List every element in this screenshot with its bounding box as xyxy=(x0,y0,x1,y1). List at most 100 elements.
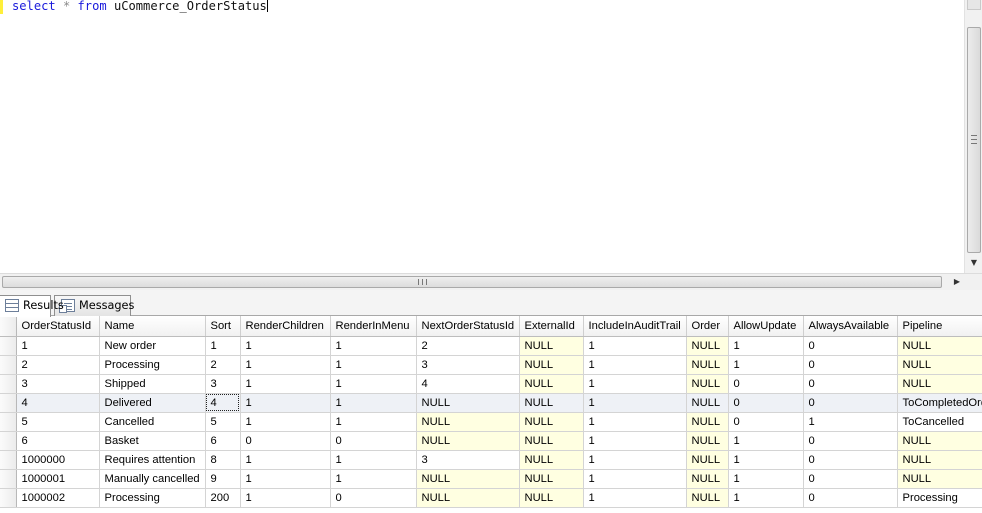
grid-cell-sort[interactable]: 6 xyxy=(205,431,241,451)
grid-cell-sort[interactable]: 2 xyxy=(205,355,241,375)
grid-cell-renderinmenu[interactable]: 1 xyxy=(330,412,417,432)
column-header-sort[interactable]: Sort xyxy=(205,316,241,337)
row-selector[interactable] xyxy=(0,336,17,356)
grid-cell-order[interactable]: NULL xyxy=(686,336,729,356)
grid-cell-orderstatusid[interactable]: 4 xyxy=(16,393,100,413)
grid-cell-allowupdate[interactable]: 1 xyxy=(728,431,804,451)
grid-cell-alwaysavailable[interactable]: 0 xyxy=(803,488,898,508)
grid-cell-order[interactable]: NULL xyxy=(686,412,729,432)
grid-cell-orderstatusid[interactable]: 1000001 xyxy=(16,469,100,489)
grid-cell-sort[interactable]: 3 xyxy=(205,374,241,394)
table-row[interactable]: 4 Delivered 4 1 1 NULL NULL 1 NULL 0 0 ToCompletedO… xyxy=(0,393,982,413)
tab-results[interactable]: Results xyxy=(0,295,64,317)
editor-vertical-scrollbar[interactable]: ▼ xyxy=(964,0,982,273)
table-row[interactable]: 1 New order 1 1 1 2 NULL 1 NULL 1 0 NULL xyxy=(0,336,982,356)
editor-horizontal-scrollbar[interactable]: ▶ xyxy=(0,273,982,290)
results-grid[interactable]: OrderStatusId Name Sort RenderChildren Rende… xyxy=(0,316,982,513)
grid-cell-alwaysavailable[interactable]: 0 xyxy=(803,355,898,375)
grid-cell-includeinaudittrail[interactable]: 1 xyxy=(583,469,687,489)
grid-cell-externalid[interactable]: NULL xyxy=(519,450,584,470)
grid-cell-name[interactable]: New order xyxy=(99,336,206,356)
grid-cell-order[interactable]: NULL xyxy=(686,488,729,508)
grid-cell-renderinmenu[interactable]: 1 xyxy=(330,374,417,394)
grid-cell-renderchildren[interactable]: 1 xyxy=(240,412,331,432)
grid-cell-name[interactable]: Basket xyxy=(99,431,206,451)
grid-cell-name[interactable]: Cancelled xyxy=(99,412,206,432)
grid-cell-pipeline[interactable]: NULL xyxy=(897,374,982,394)
grid-cell-includeinaudittrail[interactable]: 1 xyxy=(583,374,687,394)
grid-cell-nextorderstatusid[interactable]: 3 xyxy=(416,355,520,375)
grid-cell-pipeline[interactable]: NULL xyxy=(897,469,982,489)
grid-cell-nextorderstatusid[interactable]: 2 xyxy=(416,336,520,356)
grid-cell-name[interactable]: Shipped xyxy=(99,374,206,394)
grid-cell-renderchildren[interactable]: 0 xyxy=(240,431,331,451)
grid-cell-pipeline[interactable]: NULL xyxy=(897,336,982,356)
grid-cell-renderinmenu[interactable]: 1 xyxy=(330,469,417,489)
grid-cell-renderchildren[interactable]: 1 xyxy=(240,469,331,489)
grid-cell-externalid[interactable]: NULL xyxy=(519,374,584,394)
grid-cell-order[interactable]: NULL xyxy=(686,355,729,375)
table-row[interactable]: 2 Processing 2 1 1 3 NULL 1 NULL 1 0 NULL xyxy=(0,355,982,375)
grid-cell-renderchildren[interactable]: 1 xyxy=(240,393,331,413)
grid-cell-alwaysavailable[interactable]: 0 xyxy=(803,450,898,470)
grid-cell-includeinaudittrail[interactable]: 1 xyxy=(583,488,687,508)
grid-cell-renderinmenu[interactable]: 0 xyxy=(330,431,417,451)
table-row[interactable]: 1000001 Manually cancelled 9 1 1 NULL NULL 1 NUL… xyxy=(0,469,982,489)
row-selector[interactable] xyxy=(0,450,17,470)
grid-cell-allowupdate[interactable]: 0 xyxy=(728,393,804,413)
grid-cell-nextorderstatusid[interactable]: 4 xyxy=(416,374,520,394)
grid-cell-name[interactable]: Processing xyxy=(99,355,206,375)
grid-cell-externalid[interactable]: NULL xyxy=(519,412,584,432)
grid-cell-includeinaudittrail[interactable]: 1 xyxy=(583,355,687,375)
grid-cell-includeinaudittrail[interactable]: 1 xyxy=(583,393,687,413)
grid-cell-includeinaudittrail[interactable]: 1 xyxy=(583,450,687,470)
grid-cell-sort[interactable]: 5 xyxy=(205,412,241,432)
grid-cell-nextorderstatusid[interactable]: NULL xyxy=(416,431,520,451)
grid-cell-alwaysavailable[interactable]: 0 xyxy=(803,469,898,489)
grid-cell-renderchildren[interactable]: 1 xyxy=(240,450,331,470)
row-selector[interactable] xyxy=(0,488,17,508)
grid-cell-pipeline[interactable]: NULL xyxy=(897,450,982,470)
row-selector[interactable] xyxy=(0,412,17,432)
grid-cell-alwaysavailable[interactable]: 0 xyxy=(803,336,898,356)
row-selector[interactable] xyxy=(0,374,17,394)
column-header-includeinaudittrail[interactable]: IncludeInAuditTrail xyxy=(583,316,687,337)
grid-cell-alwaysavailable[interactable]: 0 xyxy=(803,393,898,413)
grid-cell-orderstatusid[interactable]: 2 xyxy=(16,355,100,375)
scroll-up-button[interactable] xyxy=(967,0,981,10)
column-header-renderchildren[interactable]: RenderChildren xyxy=(240,316,331,337)
scroll-down-arrow-icon[interactable]: ▼ xyxy=(967,255,981,271)
grid-cell-orderstatusid[interactable]: 6 xyxy=(16,431,100,451)
column-header-orderstatusid[interactable]: OrderStatusId xyxy=(16,316,100,337)
column-header-pipeline[interactable]: Pipeline xyxy=(897,316,982,337)
grid-cell-pipeline[interactable]: NULL xyxy=(897,355,982,375)
grid-cell-name[interactable]: Delivered xyxy=(99,393,206,413)
grid-cell-allowupdate[interactable]: 1 xyxy=(728,336,804,356)
grid-cell-includeinaudittrail[interactable]: 1 xyxy=(583,336,687,356)
grid-cell-orderstatusid[interactable]: 3 xyxy=(16,374,100,394)
grid-cell-orderstatusid[interactable]: 5 xyxy=(16,412,100,432)
column-header-nextorderstatusid[interactable]: NextOrderStatusId xyxy=(416,316,520,337)
grid-cell-order[interactable]: NULL xyxy=(686,431,729,451)
table-row[interactable]: 5 Cancelled 5 1 1 NULL NULL 1 NULL 0 1 ToCancelled xyxy=(0,412,982,432)
grid-cell-renderinmenu[interactable]: 0 xyxy=(330,488,417,508)
grid-cell-pipeline[interactable]: Processing xyxy=(897,488,982,508)
row-selector[interactable] xyxy=(0,355,17,375)
table-row[interactable]: 6 Basket 6 0 0 NULL NULL 1 NULL 1 0 NULL xyxy=(0,431,982,451)
grid-cell-includeinaudittrail[interactable]: 1 xyxy=(583,431,687,451)
column-header-externalid[interactable]: ExternalId xyxy=(519,316,584,337)
grid-cell-externalid[interactable]: NULL xyxy=(519,431,584,451)
column-header-renderinmenu[interactable]: RenderInMenu xyxy=(330,316,417,337)
grid-cell-sort[interactable]: 8 xyxy=(205,450,241,470)
column-header-alwaysavailable[interactable]: AlwaysAvailable xyxy=(803,316,898,337)
grid-cell-nextorderstatusid[interactable]: NULL xyxy=(416,469,520,489)
row-selector[interactable] xyxy=(0,469,17,489)
column-header-name[interactable]: Name xyxy=(99,316,206,337)
select-all-corner[interactable] xyxy=(0,316,17,337)
row-selector[interactable] xyxy=(0,431,17,451)
scroll-right-arrow-icon[interactable]: ▶ xyxy=(950,274,964,290)
grid-cell-alwaysavailable[interactable]: 0 xyxy=(803,431,898,451)
row-selector[interactable] xyxy=(0,393,17,413)
tab-messages[interactable]: Messages xyxy=(54,295,134,316)
grid-cell-externalid[interactable]: NULL xyxy=(519,393,584,413)
